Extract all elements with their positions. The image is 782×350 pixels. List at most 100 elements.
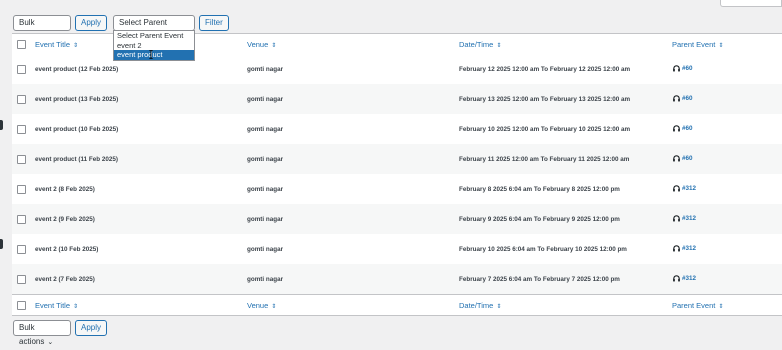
column-footer-event-title[interactable]: Event Title ⇕ xyxy=(35,294,247,316)
column-footer-parent-event[interactable]: Parent Event ⇕ xyxy=(672,294,782,316)
table-row: event product (11 Feb 2025) gomti nagar Fe… xyxy=(12,144,782,174)
parent-event-link[interactable]: #312 xyxy=(682,215,696,222)
dropdown-option-selected[interactable]: event product xyxy=(114,50,194,60)
row-checkbox[interactable] xyxy=(17,274,26,284)
column-label: Parent Event xyxy=(672,39,716,49)
text-cursor-icon xyxy=(149,50,153,59)
venue-cell: gomti nagar xyxy=(247,84,459,114)
bulk-actions-label: Bulk actions xyxy=(19,323,45,346)
sort-icon: ⇕ xyxy=(718,303,724,310)
sort-icon: ⇕ xyxy=(271,303,277,310)
dropdown-option[interactable]: Select Parent Event xyxy=(114,31,194,41)
parent-event-cell: #312 xyxy=(672,174,782,204)
apply-button[interactable]: Apply xyxy=(75,15,108,31)
column-label: Date/Time xyxy=(459,300,494,310)
venue-cell: gomti nagar xyxy=(247,245,284,253)
table-footer-row: Event Title ⇕ Venue ⇕ Date/Time ⇕ Parent Ev… xyxy=(12,294,782,316)
headset-icon xyxy=(673,214,680,222)
event-title-cell[interactable]: event product (13 Feb 2025) xyxy=(35,84,247,114)
parent-event-link[interactable]: #312 xyxy=(682,245,696,252)
parent-event-dropdown[interactable]: Select Parent Event event 2 event produc… xyxy=(113,30,195,61)
headset-icon xyxy=(673,154,680,162)
parent-event-select[interactable]: Select Parent Event⌄ xyxy=(113,15,195,41)
venue-cell: gomti nagar xyxy=(247,144,459,174)
column-header-parent-event[interactable]: Parent Event ⇕ xyxy=(672,34,782,55)
parent-event-link[interactable]: #60 xyxy=(682,95,693,102)
parent-event-cell: #60 xyxy=(672,114,782,144)
headset-icon xyxy=(673,64,680,72)
column-footer-date-time[interactable]: Date/Time ⇕ xyxy=(459,294,672,316)
venue-cell: gomti nagar xyxy=(247,204,459,234)
date-time-cell: February 12 2025 12:00 am To February 12… xyxy=(459,65,631,73)
select-all-checkbox[interactable] xyxy=(17,39,26,49)
column-label: Parent Event xyxy=(672,300,716,310)
date-time-cell: February 11 2025 12:00 am To February 11… xyxy=(459,144,672,174)
parent-event-link[interactable]: #60 xyxy=(682,65,693,72)
headset-icon xyxy=(673,124,680,132)
table-row: event product (10 Feb 2025) gomti nagar Fe… xyxy=(12,114,782,144)
admin-menu-marker xyxy=(0,239,3,249)
parent-event-link[interactable]: #312 xyxy=(682,185,696,192)
date-time-cell: February 10 2025 12:00 am To February 10… xyxy=(459,125,631,133)
event-title-cell[interactable]: event 2 (10 Feb 2025) xyxy=(35,234,247,264)
row-checkbox[interactable] xyxy=(17,154,26,164)
event-title-cell[interactable]: event product (10 Feb 2025) xyxy=(35,114,247,144)
event-title-cell[interactable]: event 2 (9 Feb 2025) xyxy=(35,204,247,234)
sort-icon: ⇕ xyxy=(73,42,79,49)
column-label: Venue xyxy=(247,39,269,49)
apply-button-bottom[interactable]: Apply xyxy=(75,320,108,336)
headset-icon xyxy=(673,94,680,102)
sort-icon: ⇕ xyxy=(496,42,502,49)
row-checkbox[interactable] xyxy=(17,124,26,134)
headset-icon xyxy=(673,184,680,192)
row-checkbox[interactable] xyxy=(17,184,26,194)
parent-event-cell: #60 xyxy=(672,144,782,174)
date-time-cell: February 8 2025 6:04 am To February 8 20… xyxy=(459,185,620,193)
column-label: Venue xyxy=(247,300,269,310)
venue-cell: gomti nagar xyxy=(247,65,284,73)
events-table: Event Title ⇕ Venue ⇕ Date/Time ⇕ Parent Ev… xyxy=(12,33,782,316)
event-title-cell[interactable]: event 2 (7 Feb 2025) xyxy=(35,264,247,295)
parent-event-cell: #312 xyxy=(672,234,782,264)
parent-event-link[interactable]: #60 xyxy=(682,155,693,162)
table-row: event 2 (8 Feb 2025) gomti nagar February … xyxy=(12,174,782,204)
sort-icon: ⇕ xyxy=(73,303,79,310)
date-time-cell: February 10 2025 6:04 am To February 10 … xyxy=(459,245,627,253)
event-title-cell[interactable]: event 2 (8 Feb 2025) xyxy=(35,174,247,204)
column-header-venue[interactable]: Venue ⇕ xyxy=(247,34,459,55)
table-row: event 2 (10 Feb 2025) gomti nagar February… xyxy=(12,234,782,264)
event-title-cell[interactable]: event product (11 Feb 2025) xyxy=(35,144,247,174)
parent-event-cell: #60 xyxy=(672,54,782,84)
table-row: event 2 (7 Feb 2025) gomti nagar February … xyxy=(12,264,782,295)
row-checkbox[interactable] xyxy=(17,94,26,104)
venue-cell: gomti nagar xyxy=(247,185,284,193)
column-label: Date/Time xyxy=(459,39,494,49)
table-row: event 2 (9 Feb 2025) gomti nagar February … xyxy=(12,204,782,234)
column-header-date-time[interactable]: Date/Time ⇕ xyxy=(459,34,672,55)
select-all-checkbox[interactable] xyxy=(17,300,26,310)
parent-event-cell: #60 xyxy=(672,84,782,114)
sort-icon: ⇕ xyxy=(271,42,277,49)
date-time-cell: February 9 2025 6:04 am To February 9 20… xyxy=(459,204,672,234)
date-time-cell: February 7 2025 6:04 am To February 7 20… xyxy=(459,264,672,295)
parent-event-link[interactable]: #312 xyxy=(682,275,696,282)
sort-icon: ⇕ xyxy=(718,42,724,49)
parent-event-cell: #312 xyxy=(672,204,782,234)
bulk-actions-select[interactable]: Bulk actions⌄ xyxy=(13,15,71,41)
dropdown-option[interactable]: event 2 xyxy=(114,41,194,51)
column-label: Event Title xyxy=(35,39,71,49)
sort-icon: ⇕ xyxy=(496,303,502,310)
filter-button[interactable]: Filter xyxy=(199,15,229,31)
bulk-actions-select-bottom[interactable]: Bulk actions ⌄ xyxy=(13,320,71,346)
parent-event-cell: #312 xyxy=(672,264,782,295)
column-label: Event Title xyxy=(35,300,71,310)
column-footer-venue[interactable]: Venue ⇕ xyxy=(247,294,459,316)
headset-icon xyxy=(673,274,680,282)
parent-event-link[interactable]: #60 xyxy=(682,125,693,132)
row-checkbox[interactable] xyxy=(17,214,26,224)
venue-cell: gomti nagar xyxy=(247,264,459,295)
row-checkbox[interactable] xyxy=(17,64,26,74)
date-time-cell: February 13 2025 12:00 am To February 13… xyxy=(459,84,672,114)
search-box-edge[interactable] xyxy=(720,0,782,7)
row-checkbox[interactable] xyxy=(17,244,26,254)
